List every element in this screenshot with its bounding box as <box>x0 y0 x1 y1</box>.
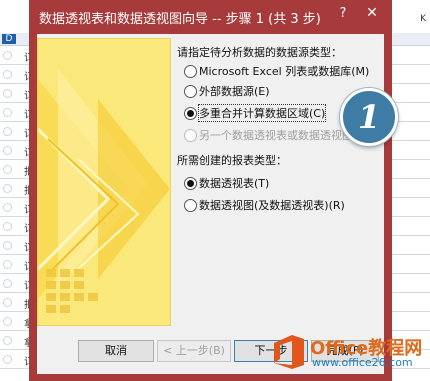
column-header-k: K <box>420 14 426 24</box>
sheet-row: 订 <box>0 141 34 160</box>
sheet-row: 拿 <box>0 312 34 331</box>
radio-excel-list[interactable] <box>184 65 197 78</box>
row-marker-icon <box>3 317 12 326</box>
dialog-title: 数据透视表和数据透视图向导 -- 步骤 1 (共 3 步) <box>39 12 321 27</box>
pivot-wizard-dialog: 数据透视表和数据透视图向导 -- 步骤 1 (共 3 步) ? ✕ 请指定待分析… <box>29 0 392 381</box>
sheet-row-right <box>390 236 430 255</box>
sheet-row-right <box>390 46 430 65</box>
sheet-row: 订 <box>0 65 34 84</box>
row-marker-icon <box>3 70 12 79</box>
radio-excel-list-label[interactable]: Microsoft Excel 列表或数据库(M) <box>199 63 369 79</box>
sheet-row-right <box>390 160 430 179</box>
help-button[interactable]: ? <box>335 6 351 22</box>
step-number-badge: 1 <box>340 88 398 146</box>
row-marker-icon <box>3 51 12 60</box>
sheet-row: 批 <box>0 160 34 179</box>
watermark: Office教程网 www.office26.com <box>270 331 430 375</box>
sheet-row: 订 <box>0 236 34 255</box>
row-marker-icon <box>3 336 12 345</box>
radio-another-pivot-label: 另一个数据透视表或数据透视图 <box>199 129 353 142</box>
row-marker-icon <box>3 146 12 155</box>
sheet-row-right <box>390 141 430 160</box>
row-marker-icon <box>3 203 12 212</box>
watermark-url: www.office26.com <box>312 356 413 369</box>
radio-another-pivot <box>184 129 197 142</box>
radio-pivot-table[interactable] <box>184 177 197 190</box>
row-marker-icon <box>3 184 12 193</box>
sheet-row: 订 <box>0 198 34 217</box>
sheet-row-right <box>390 65 430 84</box>
sheet-row-right <box>390 274 430 293</box>
sheet-row-right <box>390 255 430 274</box>
sheet-row: 批 <box>0 293 34 312</box>
row-marker-icon <box>3 108 12 117</box>
column-header-d: D <box>2 34 16 44</box>
radio-pivot-chart[interactable] <box>184 199 197 212</box>
radio-pivot-table-label[interactable]: 数据透视表(T) <box>199 175 269 191</box>
sheet-row: 订 <box>0 84 34 103</box>
radio-pivot-chart-label[interactable]: 数据透视图(及数据透视表)(R) <box>199 197 345 213</box>
sheet-row: 批 <box>0 179 34 198</box>
sheet-row: 订 <box>0 217 34 236</box>
sheet-row-right <box>390 198 430 217</box>
radio-external-source[interactable] <box>184 85 197 98</box>
sheet-row-right <box>390 312 430 331</box>
sheet-row-right <box>390 84 430 103</box>
office-logo-icon <box>274 335 304 369</box>
row-marker-icon <box>3 355 12 364</box>
cancel-button[interactable]: 取消 <box>78 340 154 362</box>
row-marker-icon <box>3 89 12 98</box>
report-group-label: 所需创建的报表类型： <box>177 154 287 167</box>
row-list: 订订订订订订批批订订订订订批拿拿订 <box>0 46 34 381</box>
row-marker-icon <box>3 241 12 250</box>
row-marker-icon <box>3 165 12 174</box>
sheet-row: 订 <box>0 274 34 293</box>
close-button[interactable]: ✕ <box>359 4 385 22</box>
sheet-row: 订 <box>0 103 34 122</box>
radio-multiple-consolidation[interactable] <box>184 107 197 120</box>
back-button: < 上一步(B) <box>157 340 231 362</box>
sheet-row-right <box>390 179 430 198</box>
wizard-illustration <box>37 38 171 326</box>
sheet-row: 订 <box>0 122 34 141</box>
sheet-row: 订 <box>0 350 34 369</box>
sheet-row-right <box>390 293 430 312</box>
row-marker-icon <box>3 298 12 307</box>
sheet-row: 拿 <box>0 331 34 350</box>
row-marker-icon <box>3 279 12 288</box>
source-group-label: 请指定待分析数据的数据源类型： <box>177 46 342 59</box>
sheet-row-right <box>390 217 430 236</box>
radio-external-source-label[interactable]: 外部数据源(E) <box>199 83 270 99</box>
row-marker-icon <box>3 127 12 136</box>
row-marker-icon <box>3 222 12 231</box>
dialog-titlebar[interactable]: 数据透视表和数据透视图向导 -- 步骤 1 (共 3 步) ? ✕ <box>29 0 392 34</box>
row-marker-icon <box>3 260 12 269</box>
dialog-body: 请指定待分析数据的数据源类型： Microsoft Excel 列表或数据库(M… <box>37 34 384 374</box>
sheet-row: 订 <box>0 255 34 274</box>
sheet-row: 订 <box>0 46 34 65</box>
radio-multiple-consolidation-label[interactable]: 多重合并计算数据区域(C) <box>197 104 327 122</box>
